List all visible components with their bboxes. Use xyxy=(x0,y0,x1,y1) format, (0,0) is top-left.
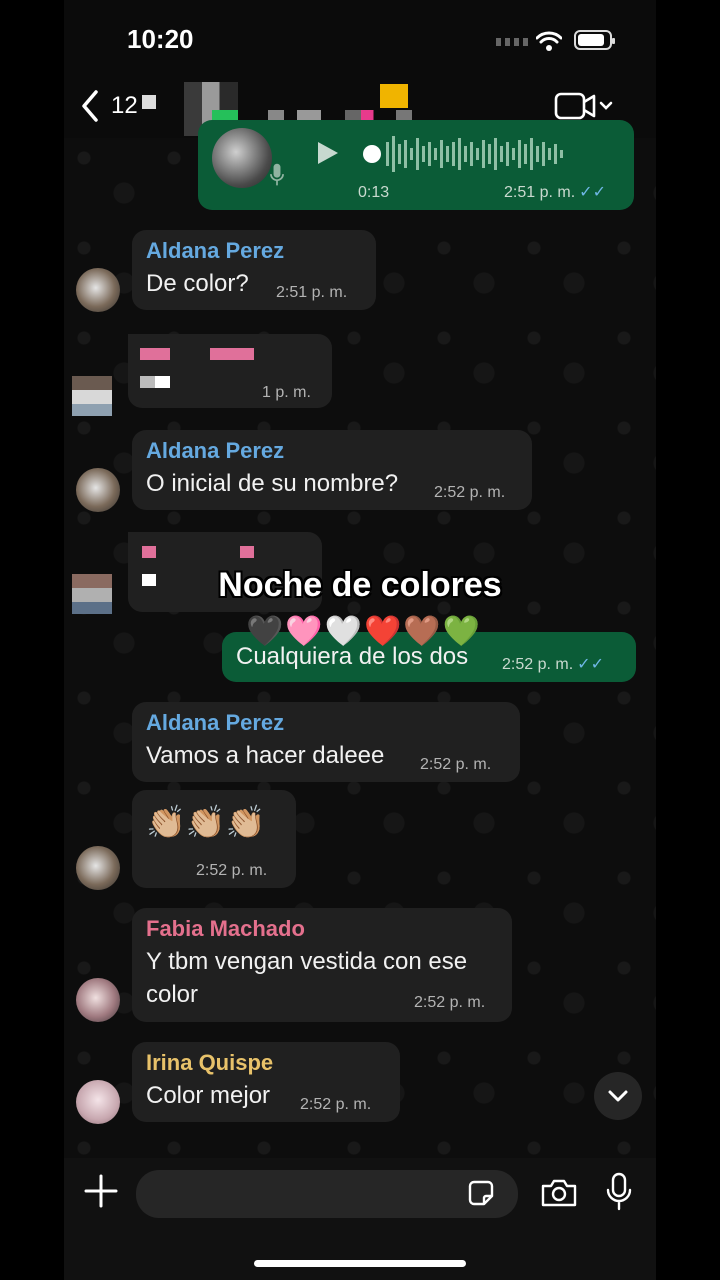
message-bubble[interactable]: Aldana Perez De color? 2:51 p. m. xyxy=(132,230,376,310)
group-name-yellow-block xyxy=(380,84,408,108)
avatar-aldana[interactable] xyxy=(76,268,120,312)
status-time: 10:20 xyxy=(127,24,194,54)
avatar-irina[interactable] xyxy=(76,1080,120,1124)
message-bubble[interactable]: Fabia Machado Y tbm vengan vestida con e… xyxy=(132,908,512,1022)
message-timestamp: 2:52 p. m. xyxy=(414,994,486,1011)
avatar-aldana[interactable] xyxy=(76,846,120,890)
read-receipt-icon: ✓✓ xyxy=(579,184,606,201)
voice-duration: 0:13 xyxy=(358,184,390,201)
battery-icon xyxy=(574,30,615,50)
pixelated-text xyxy=(142,546,156,558)
read-receipt-icon: ✓✓ xyxy=(577,656,604,673)
mic-icon[interactable] xyxy=(606,1172,632,1212)
message-timestamp: 2:52 p. m. xyxy=(434,484,506,501)
voice-waveform[interactable] xyxy=(362,134,602,174)
cellular-signal-icon xyxy=(496,38,528,46)
message-text: O inicial de su nombre? xyxy=(146,470,399,497)
chevron-down-icon xyxy=(608,1090,628,1102)
message-timestamp: 2:52 p. m. ✓✓ xyxy=(502,656,604,673)
back-chevron-icon[interactable] xyxy=(76,88,106,124)
message-text: Vamos a hacer daleee xyxy=(146,742,385,769)
pixelated-name-block xyxy=(142,95,156,109)
play-icon[interactable] xyxy=(314,140,340,166)
phone-screen: 10:20 12 0:13 2:51 p. m. ✓✓ Aldana Perez… xyxy=(64,0,656,1280)
camera-icon[interactable] xyxy=(540,1178,578,1208)
message-text: De color? xyxy=(146,270,249,297)
message-sender: Aldana Perez xyxy=(146,438,285,463)
video-caption: Noche de colores xyxy=(218,566,502,604)
message-timestamp: 2:52 p. m. xyxy=(196,862,268,879)
message-bubble[interactable]: 👏🏼👏🏼👏🏼 2:52 p. m. xyxy=(132,790,296,888)
message-text: Color mejor xyxy=(146,1082,271,1109)
pixelated-avatar xyxy=(72,376,112,416)
wifi-icon xyxy=(536,31,562,51)
pixelated-text xyxy=(140,348,170,360)
mic-icon xyxy=(270,163,284,186)
message-timestamp: 2:52 p. m. xyxy=(300,1096,372,1113)
message-bubble[interactable]: Irina Quispe Color mejor 2:52 p. m. xyxy=(132,1042,400,1122)
voice-message-bubble[interactable]: 0:13 2:51 p. m. ✓✓ xyxy=(198,120,634,210)
video-call-icon[interactable] xyxy=(554,90,616,122)
message-timestamp: 1 p. m. xyxy=(262,384,311,401)
pixelated-text xyxy=(210,348,254,360)
pixelated-text xyxy=(240,546,254,558)
plus-icon[interactable] xyxy=(84,1174,118,1208)
voice-sender-avatar xyxy=(212,128,272,188)
message-text: 👏🏼👏🏼👏🏼 xyxy=(146,804,266,840)
caption-hearts: 🖤🩷🤍❤️🤎💚 xyxy=(246,615,483,648)
voice-timestamp: 2:51 p. m. ✓✓ xyxy=(504,184,606,201)
message-sender: Aldana Perez xyxy=(146,238,285,263)
message-input[interactable] xyxy=(136,1170,518,1218)
pixelated-text xyxy=(140,376,170,388)
message-bubble[interactable]: 1 p. m. xyxy=(128,334,332,408)
message-timestamp: 2:52 p. m. xyxy=(420,756,492,773)
avatar-aldana[interactable] xyxy=(76,468,120,512)
status-bar: 10:20 xyxy=(64,0,656,80)
avatar-fabia[interactable] xyxy=(76,978,120,1022)
message-sender: Fabia Machado xyxy=(146,916,305,941)
sticker-icon[interactable] xyxy=(466,1178,496,1208)
message-bubble[interactable]: Aldana Perez O inicial de su nombre? 2:5… xyxy=(132,430,532,510)
scroll-to-bottom-button[interactable] xyxy=(594,1072,642,1120)
home-indicator xyxy=(254,1260,466,1267)
message-timestamp: 2:51 p. m. xyxy=(276,284,348,301)
message-sender: Irina Quispe xyxy=(146,1050,274,1075)
back-unread-count[interactable]: 12 xyxy=(111,92,138,120)
message-bubble[interactable]: Aldana Perez Vamos a hacer daleee 2:52 p… xyxy=(132,702,520,782)
message-sender: Aldana Perez xyxy=(146,710,285,735)
